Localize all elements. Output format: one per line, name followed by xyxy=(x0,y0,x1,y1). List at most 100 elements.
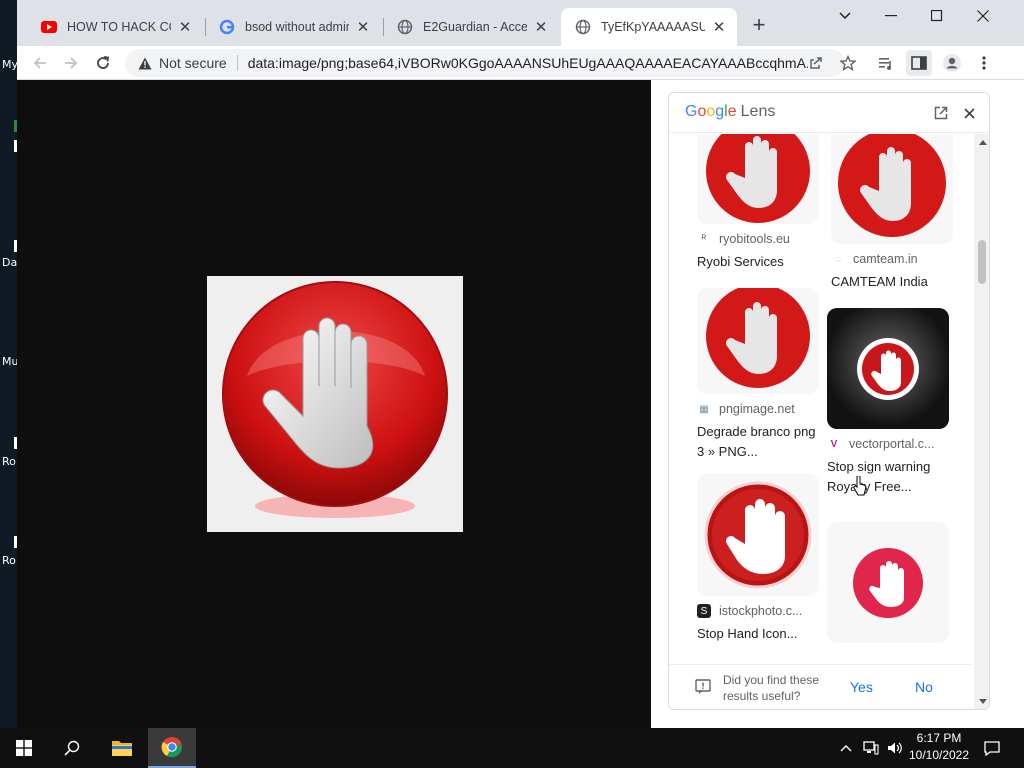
tab-active-image[interactable]: TyEfKpYAAAAASUVO ✕ xyxy=(561,8,737,46)
folder-icon xyxy=(112,741,132,756)
desktop-icon-label[interactable]: Mu xyxy=(2,355,18,368)
result-source[interactable]: istockphoto.c... xyxy=(719,604,802,618)
chrome-taskbar-button[interactable] xyxy=(148,728,196,768)
result-title[interactable]: Ryobi Services xyxy=(697,252,822,272)
source-favicon-icon: ᴿ xyxy=(701,233,707,245)
result-source[interactable]: pngimage.net xyxy=(719,402,795,416)
tab-youtube[interactable]: HOW TO HACK COLL ✕ xyxy=(27,8,203,46)
feedback-no-button[interactable]: No xyxy=(915,679,933,695)
result-card[interactable]: ▦ pngimage.net Degrade branco png 3 » PNG… xyxy=(697,288,822,462)
google-lens-panel: Google Lens ᴿ ryobitools.eu Ryobi Services xyxy=(668,92,990,710)
new-tab-button[interactable]: + xyxy=(747,14,771,38)
minimize-icon[interactable] xyxy=(868,0,914,32)
stop-hand-image[interactable] xyxy=(207,276,463,532)
tab-search-chevron-icon[interactable] xyxy=(822,0,868,32)
chrome-icon xyxy=(161,737,182,758)
close-tab-icon[interactable]: ✕ xyxy=(533,18,549,36)
taskbar: 6:17 PM 10/10/2022 xyxy=(0,728,1024,768)
result-thumbnail[interactable] xyxy=(697,474,819,596)
close-tab-icon[interactable]: ✕ xyxy=(711,18,727,36)
chrome-window: HOW TO HACK COLL ✕ bsod without admin ✕ … xyxy=(17,0,1024,728)
maximize-icon[interactable] xyxy=(914,0,960,32)
desktop-icon-label[interactable]: Ro xyxy=(2,455,16,468)
tab-strip: HOW TO HACK COLL ✕ bsod without admin ✕ … xyxy=(17,0,1024,46)
bookmark-star-icon[interactable] xyxy=(835,50,861,76)
feedback-yes-button[interactable]: Yes xyxy=(850,679,873,695)
result-title[interactable]: Stop sign warning Royalty Free... xyxy=(827,457,952,497)
hand-cursor-icon xyxy=(853,476,867,496)
result-card[interactable] xyxy=(827,522,952,643)
url-text[interactable]: data:image/png;base64,iVBORw0KGgoAAAANSU… xyxy=(248,55,808,71)
security-status[interactable]: Not secure xyxy=(159,55,227,71)
clock-time: 6:17 PM xyxy=(916,731,962,745)
feedback-question: Did you find these results useful? xyxy=(723,673,820,703)
globe-icon xyxy=(397,19,413,35)
desktop-icon-label[interactable]: Ro xyxy=(2,554,16,567)
address-bar[interactable]: Not secure data:image/png;base64,iVBORw0… xyxy=(125,49,845,77)
source-favicon-icon: S xyxy=(697,604,711,618)
clock-date: 10/10/2022 xyxy=(908,748,970,762)
youtube-icon xyxy=(41,19,57,35)
close-tab-icon[interactable]: ✕ xyxy=(177,18,193,36)
reload-icon[interactable] xyxy=(90,50,116,76)
network-icon[interactable] xyxy=(860,728,882,768)
result-source[interactable]: ryobitools.eu xyxy=(719,232,790,246)
tab-title: TyEfKpYAAAAASUVO xyxy=(601,20,705,34)
start-button[interactable] xyxy=(0,728,48,768)
close-tab-icon[interactable]: ✕ xyxy=(355,18,371,36)
google-icon xyxy=(219,19,235,35)
open-in-new-tab-icon[interactable] xyxy=(931,103,951,123)
source-favicon-icon: V xyxy=(830,438,838,450)
forward-arrow-icon[interactable] xyxy=(58,50,84,76)
tab-title: HOW TO HACK COLL xyxy=(67,20,171,34)
result-thumbnail[interactable] xyxy=(697,134,819,224)
result-thumbnail[interactable] xyxy=(827,522,949,643)
back-arrow-icon[interactable] xyxy=(27,50,53,76)
close-panel-icon[interactable] xyxy=(959,103,979,123)
notification-icon xyxy=(984,740,1000,756)
page-viewport xyxy=(17,80,651,728)
media-queue-icon[interactable] xyxy=(873,50,899,76)
result-title[interactable]: Stop Hand Icon... xyxy=(697,624,822,644)
result-thumbnail[interactable] xyxy=(827,308,949,429)
result-title[interactable]: CAMTEAM India xyxy=(831,272,956,292)
result-title[interactable]: Degrade branco png 3 » PNG... xyxy=(697,422,822,462)
profile-avatar-icon[interactable] xyxy=(939,50,965,76)
result-card[interactable]: ᴿ ryobitools.eu Ryobi Services xyxy=(697,134,822,272)
result-card[interactable]: Vvectorportal.c... Stop sign warning Roy… xyxy=(827,308,952,497)
windows-logo-icon xyxy=(16,740,32,756)
browser-toolbar: Not secure data:image/png;base64,iVBORw0… xyxy=(17,46,1024,80)
lens-title: Google Lens xyxy=(685,103,776,120)
result-card[interactable]: Sistockphoto.c... Stop Hand Icon... xyxy=(697,474,822,644)
scroll-down-arrow-icon[interactable] xyxy=(979,699,987,704)
more-menu-icon[interactable] xyxy=(971,50,997,76)
result-source[interactable]: camteam.in xyxy=(853,252,918,266)
result-thumbnail[interactable] xyxy=(697,288,819,394)
file-explorer-button[interactable] xyxy=(98,728,146,768)
source-favicon-icon: ◌ xyxy=(835,253,841,265)
result-source[interactable]: vectorportal.c... xyxy=(849,437,934,451)
warning-icon[interactable] xyxy=(137,55,153,71)
desktop-icon-label[interactable]: Da xyxy=(2,256,17,269)
desktop-icon-label[interactable]: My xyxy=(2,58,18,71)
notifications-button[interactable] xyxy=(978,728,1006,768)
lens-results-grid: ᴿ ryobitools.eu Ryobi Services ◌ camteam.i… xyxy=(669,134,973,664)
result-thumbnail[interactable] xyxy=(831,134,953,244)
globe-icon xyxy=(575,19,591,35)
results-scrollbar[interactable] xyxy=(974,134,989,709)
volume-icon[interactable] xyxy=(884,728,906,768)
show-hidden-icons-chevron-icon[interactable] xyxy=(836,728,856,768)
scroll-thumb[interactable] xyxy=(978,240,986,284)
tab-e2guardian[interactable]: E2Guardian - Access ✕ xyxy=(383,8,559,46)
scroll-up-arrow-icon[interactable] xyxy=(979,140,987,145)
search-button[interactable] xyxy=(48,728,96,768)
side-panel: Google Lens ᴿ ryobitools.eu Ryobi Services xyxy=(651,80,1024,728)
tab-google-search[interactable]: bsod without admin ✕ xyxy=(205,8,381,46)
side-panel-icon[interactable] xyxy=(906,50,932,76)
close-window-icon[interactable] xyxy=(960,0,1006,32)
share-icon[interactable] xyxy=(803,50,829,76)
feedback-icon xyxy=(695,679,711,694)
search-icon xyxy=(64,740,80,756)
system-clock[interactable]: 6:17 PM 10/10/2022 xyxy=(904,730,974,764)
result-card[interactable]: ◌ camteam.in CAMTEAM India xyxy=(831,134,956,292)
